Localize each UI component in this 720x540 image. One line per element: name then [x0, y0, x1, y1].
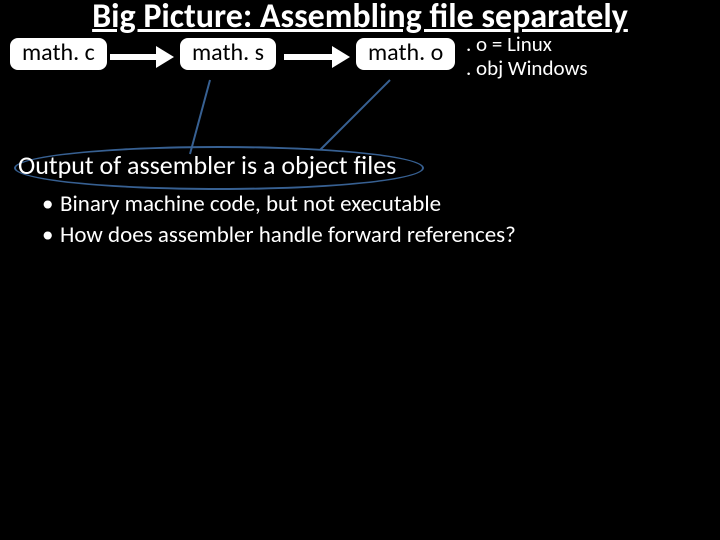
arrow-s-to-o: [284, 48, 352, 68]
arrow-head-icon: [156, 46, 174, 68]
file-box-o: math. o: [354, 36, 457, 72]
bullet-list: Binary machine code, but not executable …: [18, 189, 702, 251]
file-box-c-label: math. c: [22, 38, 95, 67]
arrow-shaft: [110, 54, 158, 60]
pointer-lines: [180, 70, 440, 160]
file-box-o-label: math. o: [368, 38, 443, 67]
arrow-head-icon: [332, 46, 350, 68]
file-pipeline-row: math. c math. s math. o: [6, 36, 714, 80]
legend-line-1: . o = Linux: [466, 32, 588, 56]
slide-title: Big Picture: Assembling file separately: [0, 0, 720, 35]
file-box-s-label: math. s: [192, 38, 264, 67]
file-box-c: math. c: [8, 36, 109, 72]
body-text: Output of assembler is a object files Bi…: [18, 150, 702, 251]
arrow-c-to-s: [110, 48, 176, 68]
body-heading: Output of assembler is a object files: [18, 150, 702, 181]
bullet-item: Binary machine code, but not executable: [42, 189, 702, 220]
file-box-s: math. s: [178, 36, 278, 72]
bullet-item: How does assembler handle forward refere…: [42, 220, 702, 251]
arrow-shaft: [284, 54, 334, 60]
slide: Big Picture: Assembling file separately …: [0, 0, 720, 540]
legend-line-2: . obj Windows: [466, 56, 588, 80]
legend-block: . o = Linux . obj Windows: [466, 32, 588, 80]
